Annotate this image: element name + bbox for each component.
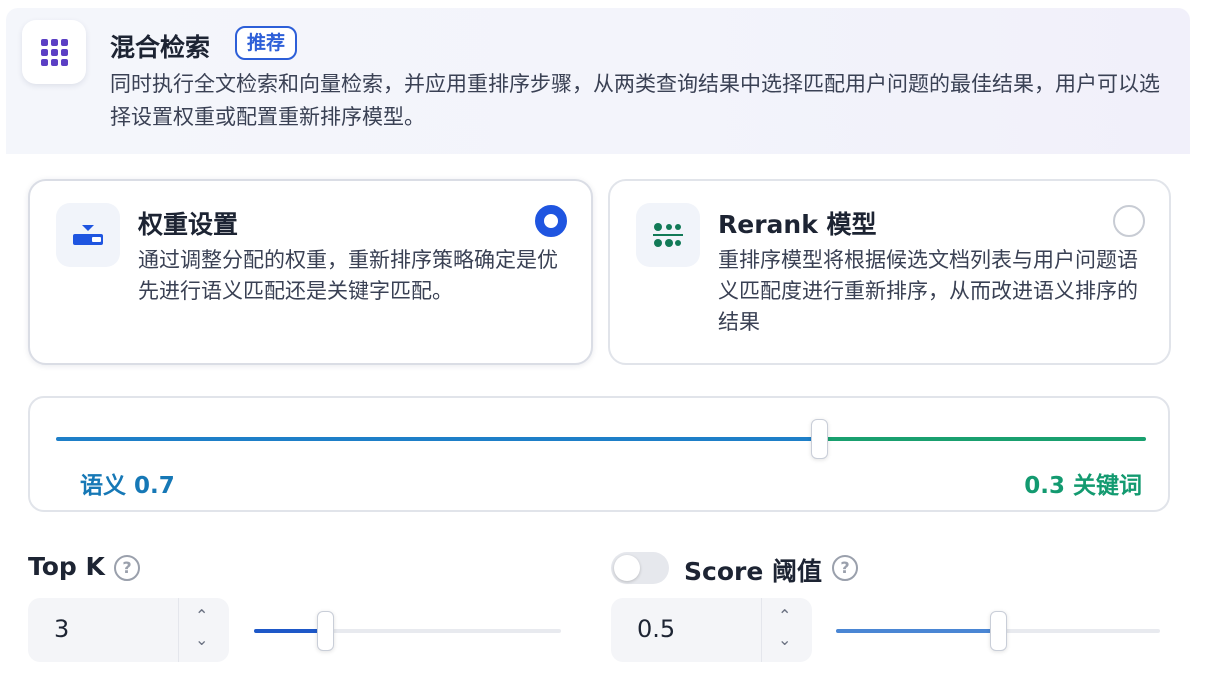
weight-slider-panel: 语义 0.7 0.3 关键词: [28, 396, 1170, 512]
semantic-weight-track[interactable]: [56, 437, 815, 441]
top-k-label: Top K: [28, 552, 105, 581]
recommended-badge: 推荐: [235, 26, 298, 60]
question-circle-icon[interactable]: ?: [114, 555, 140, 581]
hybrid-search-description: 同时执行全文检索和向量检索，并应用重排序步骤，从两类查询结果中选择匹配用户问题的…: [110, 72, 1160, 129]
header-pointer: [40, 146, 56, 154]
semantic-weight-label: 语义 0.7: [80, 473, 175, 499]
hybrid-search-header: 混合检索 推荐 同时执行全文检索和向量检索，并应用重排序步骤，从两类查询结果中选…: [6, 8, 1190, 154]
chevron-up-icon[interactable]: ⌃: [195, 608, 208, 624]
top-k-slider-fill: [254, 629, 325, 633]
weight-settings-description: 通过调整分配的权重，重新排序策略确定是优先进行语义匹配还是关键字匹配。: [138, 248, 558, 303]
hybrid-search-title: 混合检索: [110, 33, 211, 62]
weight-settings-option[interactable]: 权重设置 通过调整分配的权重，重新排序策略确定是优先进行语义匹配还是关键字匹配。: [28, 179, 593, 365]
toggle-knob: [614, 555, 640, 581]
keyword-weight-label: 0.3 关键词: [1024, 473, 1142, 499]
score-threshold-slider-fill: [836, 629, 998, 633]
score-stepper-divider: [761, 598, 762, 662]
rerank-model-title: Rerank 模型: [718, 210, 877, 239]
score-threshold-value[interactable]: 0.5: [637, 615, 675, 643]
score-threshold-toggle[interactable]: [611, 552, 669, 584]
score-threshold-number-input[interactable]: 0.5 ⌃ ⌄: [611, 598, 812, 662]
weight-settings-radio[interactable]: [535, 205, 567, 237]
score-threshold-slider-handle[interactable]: [990, 611, 1007, 651]
weight-settings-title: 权重设置: [138, 210, 239, 239]
rerank-model-icon: [636, 203, 700, 267]
question-circle-icon[interactable]: ?: [832, 555, 858, 581]
retrieval-settings-page: 混合检索 推荐 同时执行全文检索和向量检索，并应用重排序步骤，从两类查询结果中选…: [0, 0, 1206, 697]
chevron-down-icon[interactable]: ⌄: [195, 632, 208, 648]
top-k-stepper-divider: [178, 598, 179, 662]
weight-settings-icon: [56, 203, 120, 267]
grid-dots-icon: [22, 20, 86, 84]
weight-slider-handle[interactable]: [811, 419, 828, 459]
rerank-model-option[interactable]: Rerank 模型 重排序模型将根据候选文档列表与用户问题语义匹配度进行重新排序…: [608, 179, 1171, 365]
top-k-value[interactable]: 3: [54, 615, 69, 643]
rerank-model-description: 重排序模型将根据候选文档列表与用户问题语义匹配度进行重新排序，从而改进语义排序的…: [718, 248, 1138, 334]
keyword-weight-track[interactable]: [823, 437, 1146, 441]
chevron-down-icon[interactable]: ⌄: [778, 632, 791, 648]
chevron-up-icon[interactable]: ⌃: [778, 608, 791, 624]
top-k-number-input[interactable]: 3 ⌃ ⌄: [28, 598, 229, 662]
score-threshold-label: Score 阈值: [684, 557, 822, 586]
rerank-model-radio[interactable]: [1113, 205, 1145, 237]
top-k-slider-handle[interactable]: [316, 611, 334, 651]
